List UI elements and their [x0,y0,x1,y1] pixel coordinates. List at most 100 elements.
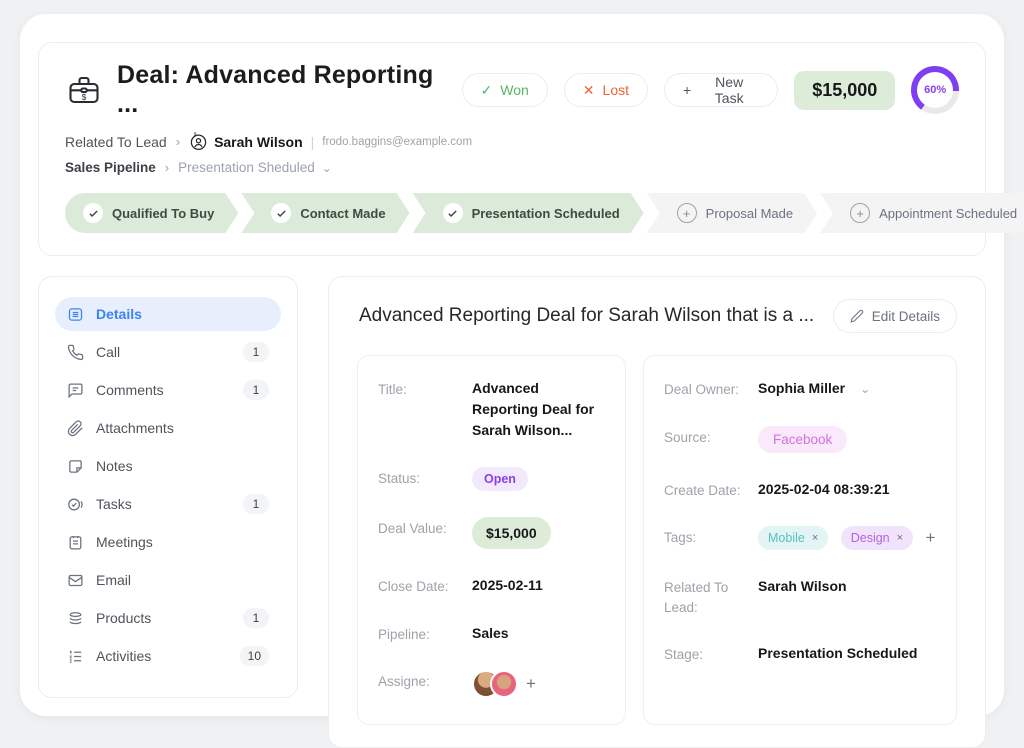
create-date-value: 2025-02-04 08:39:21 [758,479,890,500]
deal-value-label: Deal Value: [378,517,472,539]
source-label: Source: [664,426,758,448]
plus-icon: + [683,83,691,97]
pipeline-label: Pipeline: [378,623,472,645]
stage-qualified-to-buy[interactable]: Qualified To Buy [65,193,238,233]
sidebar-item-attachments[interactable]: Attachments [55,411,281,445]
current-stage-dropdown[interactable]: Presentation Sheduled [178,160,315,175]
sidebar-item-details[interactable]: Details [55,297,281,331]
app-window: $ Deal: Advanced Reporting ... ✓ Won ✕ L… [20,14,1004,716]
lead-email: frodo.baggins@example.com [322,136,472,148]
deal-summary-card: Title: Advanced Reporting Deal for Sarah… [357,355,626,725]
assignee-avatar[interactable] [490,670,518,698]
lead-name-link[interactable]: Sarah Wilson [214,134,303,150]
deal-detail-panel: Advanced Reporting Deal for Sarah Wilson… [328,276,986,748]
related-to-lead-label: Related To Lead [65,134,167,150]
count-badge: 1 [243,380,269,400]
stage-check-icon [83,203,103,223]
cross-icon: ✕ [583,83,595,97]
stage-value: Presentation Scheduled [758,643,917,664]
clipboard-icon [67,534,84,551]
assignee-label: Assigne: [378,670,472,692]
source-badge: Facebook [758,426,847,453]
svg-text:$: $ [82,93,87,102]
deal-header-card: $ Deal: Advanced Reporting ... ✓ Won ✕ L… [38,42,986,256]
stage-check-icon [443,203,463,223]
paperclip-icon [67,420,84,437]
deal-title: Deal: Advanced Reporting ... [117,61,462,119]
add-tag-button[interactable]: + [926,528,936,547]
count-badge: 1 [243,608,269,628]
add-assignee-button[interactable]: + [526,674,536,694]
lead-breadcrumb: Related To Lead › $ Sarah Wilson | frodo… [65,132,959,151]
pipeline-breadcrumb: Sales Pipeline › Presentation Sheduled ⌄ [65,160,959,175]
tags-label: Tags: [664,526,758,548]
tag-mobile: Mobile × [758,526,828,550]
check-icon: ✓ [481,83,493,97]
details-icon [67,306,84,323]
lead-avatar-icon: $ [189,132,208,151]
sidebar-item-call[interactable]: Call 1 [55,335,281,369]
ordered-list-icon [67,648,84,665]
stage-plus-icon: + [677,203,697,223]
briefcase-dollar-icon: $ [65,72,103,108]
deal-detail-title: Advanced Reporting Deal for Sarah Wilson… [359,305,814,327]
assignee-avatars: + [472,670,536,698]
stage-contact-made[interactable]: Contact Made [241,193,409,233]
chevron-down-icon: ⌄ [860,382,870,396]
sidebar-item-notes[interactable]: Notes [55,449,281,483]
count-badge: 1 [243,342,269,362]
new-task-button[interactable]: + New Task [664,73,778,107]
pipeline-stage-bar: Qualified To Buy Contact Made Presentati… [65,193,959,233]
win-probability-value: 60% [917,72,953,108]
chevron-right-icon: › [165,160,169,175]
stage-check-icon [271,203,291,223]
close-date-label: Close Date: [378,575,472,597]
sidebar-item-email[interactable]: Email [55,563,281,597]
related-to-lead-value: Sarah Wilson [758,576,847,597]
pipeline-value: Sales [472,623,509,644]
count-badge: 10 [240,646,269,666]
deal-nav-sidebar: Details Call 1 Comments 1 Attac [38,276,298,698]
tag-design: Design × [841,526,913,550]
stage-label: Stage: [664,643,758,665]
deal-amount-badge: $15,000 [794,71,895,110]
tags-list: Mobile × Design × + [758,526,935,550]
related-to-lead-label: Related To Lead: [664,576,758,617]
note-icon [67,458,84,475]
count-badge: 1 [243,494,269,514]
deal-meta-card: Deal Owner: Sophia Miller ⌄ Source: Face… [643,355,957,725]
sidebar-item-meetings[interactable]: Meetings [55,525,281,559]
pencil-icon [850,309,864,323]
stage-plus-icon: + [850,203,870,223]
comment-icon [67,382,84,399]
title-value: Advanced Reporting Deal for Sarah Wilson… [472,378,605,441]
status-badge: Open [472,467,528,491]
sidebar-item-tasks[interactable]: Tasks 1 [55,487,281,521]
lost-button[interactable]: ✕ Lost [564,73,648,107]
deal-owner-label: Deal Owner: [664,378,758,400]
stage-appointment-scheduled[interactable]: + Appointment Scheduled [820,193,1024,233]
sidebar-item-activities[interactable]: Activities 10 [55,639,281,673]
remove-tag-icon[interactable]: × [812,532,818,544]
edit-details-button[interactable]: Edit Details [833,299,957,333]
task-check-icon [67,496,84,513]
stage-proposal-made[interactable]: + Proposal Made [647,193,817,233]
remove-tag-icon[interactable]: × [897,532,903,544]
phone-icon [67,344,84,361]
deal-owner-dropdown[interactable]: Sophia Miller ⌄ [758,378,870,399]
sidebar-item-comments[interactable]: Comments 1 [55,373,281,407]
chevron-down-icon: ⌄ [322,161,332,175]
create-date-label: Create Date: [664,479,758,501]
win-probability-ring: 60% [911,66,959,114]
stage-presentation-scheduled[interactable]: Presentation Scheduled [413,193,644,233]
won-button[interactable]: ✓ Won [462,73,548,107]
envelope-icon [67,572,84,589]
sidebar-item-products[interactable]: Products 1 [55,601,281,635]
close-date-value: 2025-02-11 [472,575,543,596]
pipe-divider: | [311,134,315,150]
pipeline-name-link[interactable]: Sales Pipeline [65,160,156,175]
title-label: Title: [378,378,472,400]
deal-value-badge: $15,000 [472,517,551,549]
svg-text:$: $ [194,132,197,138]
stack-icon [67,610,84,627]
